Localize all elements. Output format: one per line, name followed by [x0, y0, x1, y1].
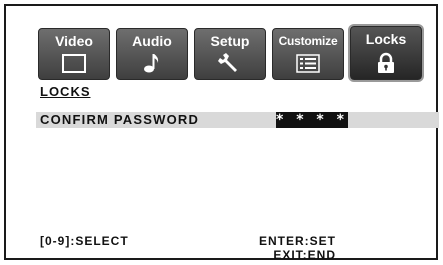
confirm-password-row[interactable]: CONFIRM PASSWORD * * * * [36, 112, 439, 128]
music-note-icon [144, 54, 159, 73]
tab-locks-label: Locks [365, 31, 407, 47]
confirm-password-label: CONFIRM PASSWORD [40, 112, 200, 127]
section-title: LOCKS [40, 84, 91, 99]
tab-bar: Video Audio Setup Customize Locks [38, 26, 422, 82]
tab-setup-label: Setup [210, 33, 250, 49]
set-hint: ENTER:SET [258, 234, 336, 248]
tab-video-label: Video [55, 33, 93, 49]
tab-locks[interactable]: Locks [350, 26, 422, 80]
select-hint: [0-9]:SELECT [40, 234, 129, 248]
tab-audio[interactable]: Audio [116, 28, 188, 80]
menu-frame: Video Audio Setup Customize Locks LOCKS … [4, 4, 439, 262]
tab-setup[interactable]: Setup [194, 28, 266, 80]
exit-hint: EXIT:END [273, 248, 336, 262]
tab-customize[interactable]: Customize [272, 28, 344, 80]
tab-customize-label: Customize [278, 34, 338, 48]
password-field[interactable]: * * * * [276, 112, 348, 128]
screen-icon [62, 54, 86, 73]
wrench-icon [218, 53, 237, 72]
padlock-icon [378, 52, 394, 73]
tab-audio-label: Audio [132, 33, 172, 49]
tab-video[interactable]: Video [38, 28, 110, 80]
list-icon [296, 54, 320, 73]
footer-hints: ENTER:SET EXIT:END [259, 234, 336, 262]
